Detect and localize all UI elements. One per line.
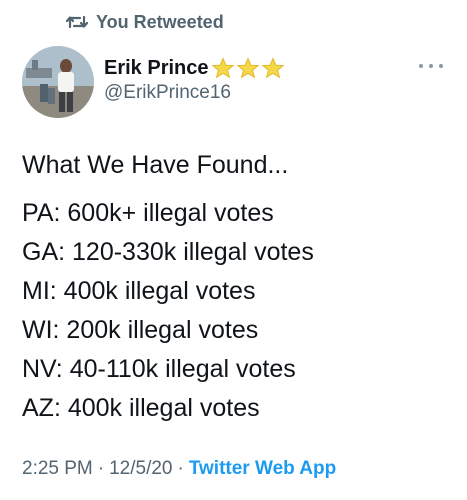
tweet-meta: 2:25 PM · 12/5/20 · Twitter Web App (22, 458, 336, 480)
profile-photo (22, 46, 94, 118)
star-icon (210, 57, 235, 79)
tweet-line: PA: 600k+ illegal votes (22, 199, 274, 227)
tweet-text: What We Have Found... PA: 600k+ illegal … (22, 146, 451, 428)
tweet-date[interactable]: 12/5/20 (109, 458, 172, 480)
tweet-line: GA: 120-330k illegal votes (22, 238, 314, 266)
display-name: Erik Prince (104, 56, 209, 79)
tweet-line: AZ: 400k illegal votes (22, 394, 260, 422)
more-dot (429, 64, 433, 68)
tweet-intro: What We Have Found... (22, 151, 289, 179)
tweet-line: MI: 400k illegal votes (22, 277, 256, 305)
tweet-line: NV: 40-110k illegal votes (22, 355, 296, 383)
more-dot (439, 64, 443, 68)
tweet-time[interactable]: 2:25 PM (22, 458, 93, 480)
retweet-context[interactable]: You Retweeted (66, 10, 224, 34)
more-icon[interactable] (419, 58, 443, 74)
meta-separator: · (177, 458, 184, 479)
tweet-source[interactable]: Twitter Web App (189, 458, 336, 480)
meta-separator: · (97, 458, 105, 479)
retweet-icon (66, 13, 88, 31)
user-handle[interactable]: @ErikPrince16 (104, 82, 231, 104)
star-icon (260, 57, 285, 79)
avatar[interactable] (22, 46, 94, 118)
star-icon (235, 57, 260, 79)
retweet-label: You Retweeted (96, 11, 224, 32)
badge-stars (210, 57, 285, 79)
tweet-line: WI: 200k illegal votes (22, 316, 259, 344)
author-name-row[interactable]: Erik Prince (104, 54, 285, 82)
more-dot (419, 64, 423, 68)
